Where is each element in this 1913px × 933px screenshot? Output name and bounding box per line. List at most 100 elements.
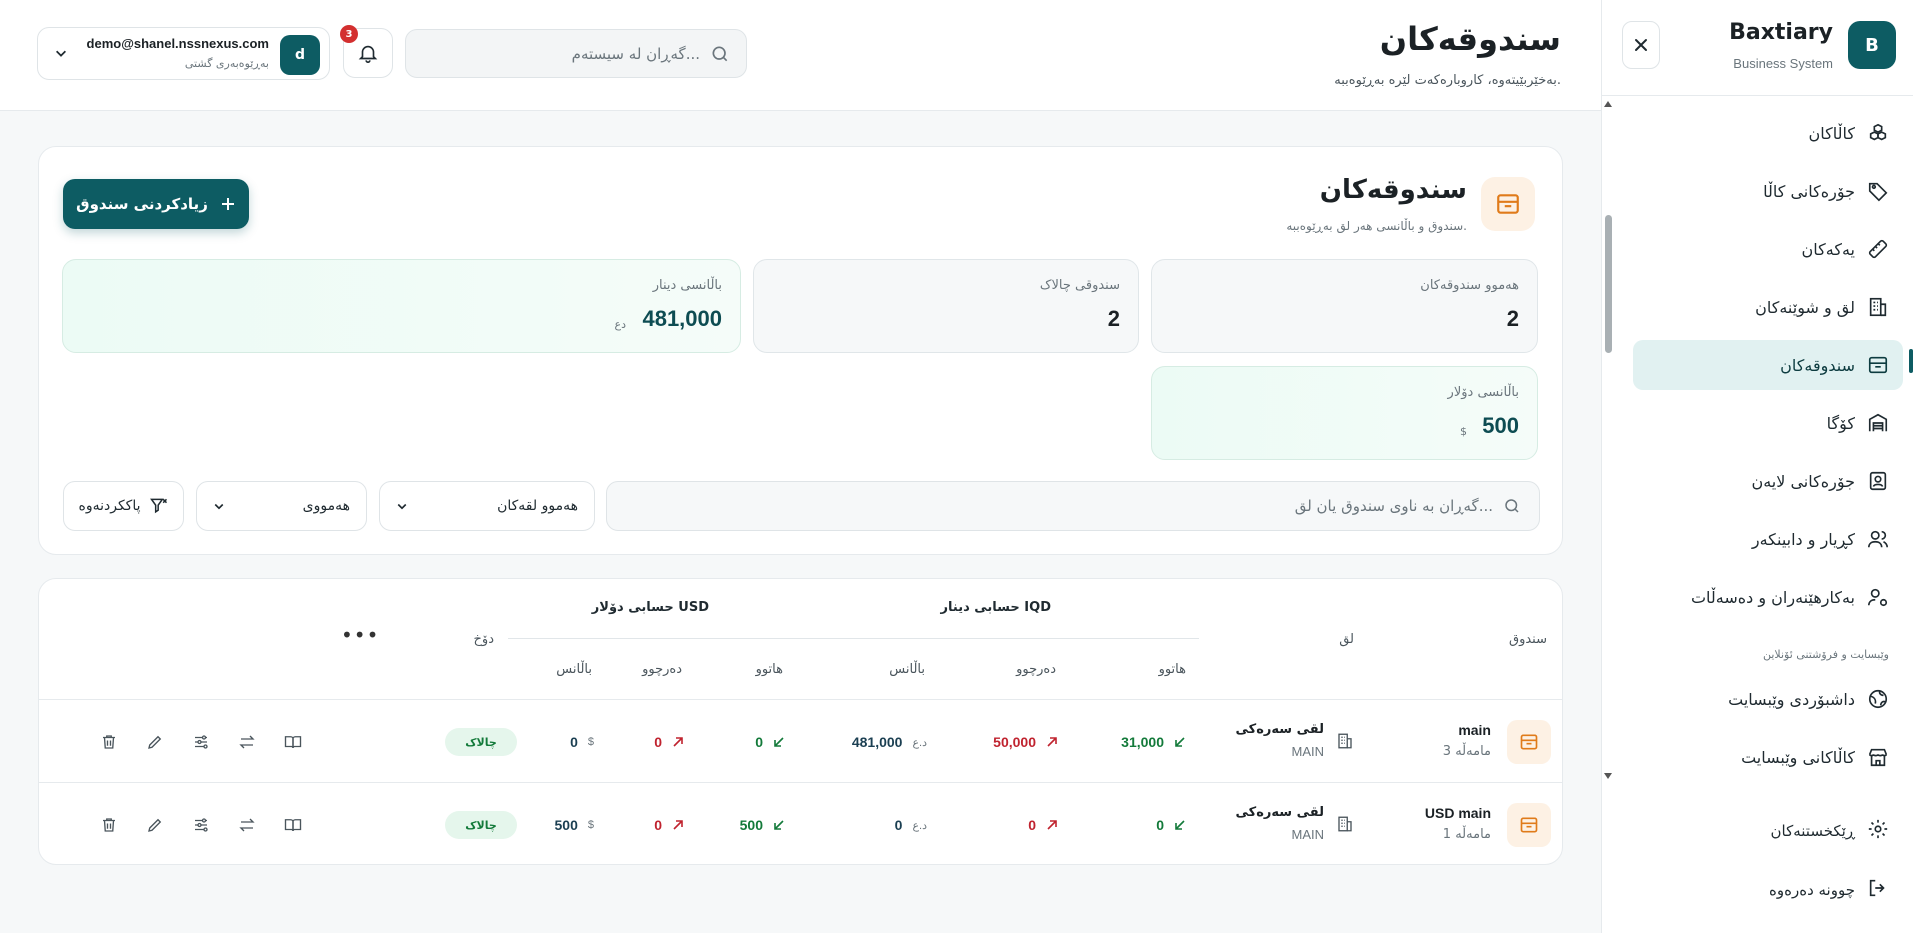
scroll-thumb[interactable] <box>1605 215 1612 353</box>
table-header-usd-out: دەرچوو <box>642 662 682 677</box>
unit: $ <box>587 736 594 748</box>
cashbox-search[interactable] <box>606 481 1540 531</box>
building-icon <box>1336 815 1354 837</box>
ledger-button[interactable] <box>281 813 305 837</box>
ledger-button[interactable] <box>281 730 305 754</box>
arrow-up-right-icon <box>1046 736 1058 748</box>
sidebar-item-branches[interactable]: لق و شوێنەکان <box>1633 282 1903 332</box>
gear-icon <box>1867 818 1889 844</box>
global-search-input[interactable] <box>440 44 700 63</box>
sidebar-item-users-permissions[interactable]: بەکارهێنەران و دەسەڵات <box>1633 572 1903 622</box>
transfer-icon <box>239 735 255 749</box>
arrow-up-right-icon <box>1046 819 1058 831</box>
reset-filters-button[interactable]: پاککردنەوە <box>63 481 184 531</box>
user-menu[interactable]: d demo@shanel.nssnexus.com بەڕێوەبەری گش… <box>37 27 330 80</box>
sidebar-item-products[interactable]: کاڵاکان <box>1633 108 1903 158</box>
global-search[interactable] <box>405 29 747 78</box>
stat-label: سندوقی چالاک <box>1039 278 1120 293</box>
edit-button[interactable] <box>143 730 167 754</box>
adjust-button[interactable] <box>189 730 213 754</box>
value: 31,000 <box>1121 734 1164 750</box>
safe-icon <box>1481 177 1535 231</box>
table-header-iqd-group: حسابی دینار IQD <box>940 600 1051 615</box>
status-select[interactable]: هەمووی <box>196 481 367 531</box>
cashbox-name[interactable]: USD main <box>1425 805 1491 821</box>
value: 0 <box>1156 817 1164 833</box>
table-header-usd-in: هاتوو <box>755 662 783 677</box>
iqd-in-value: 31,000 <box>1121 734 1186 750</box>
adjust-button[interactable] <box>189 813 213 837</box>
section-title: سندوقەکان <box>1319 175 1467 205</box>
sidebar-item-units[interactable]: یەکەکان <box>1633 224 1903 274</box>
sidebar-item-web-products[interactable]: کاڵاکانی وێبسایت <box>1633 732 1903 782</box>
scroll-up-icon[interactable] <box>1604 101 1612 107</box>
table-header-usd-balance: باڵانس <box>556 662 592 677</box>
transfer-button[interactable] <box>235 813 259 837</box>
store-icon <box>1867 746 1889 768</box>
branch-select[interactable]: هەموو لقەکان <box>379 481 595 531</box>
stat-label: باڵانسی دۆلار <box>1447 385 1519 400</box>
settings-link[interactable]: ڕێکخستنەکان <box>1633 809 1903 853</box>
cashbox-name[interactable]: main <box>1458 722 1491 738</box>
delete-button[interactable] <box>97 813 121 837</box>
table-row: main 3 مامەڵە لقی سەرەکی MAIN 31,000 50,… <box>39 699 1562 782</box>
usd-balance-value: 500 $ <box>555 817 594 833</box>
sidebar-item-web-dashboard[interactable]: داشبۆردی وێبسایت <box>1633 674 1903 724</box>
value: 0 <box>654 734 662 750</box>
sidebar-item-cashboxes[interactable]: سندوقەکان <box>1633 340 1903 390</box>
usd-balance-value: 0 $ <box>570 734 594 750</box>
sidebar-item-product-types[interactable]: جۆرەکانی کاڵا <box>1633 166 1903 216</box>
sidebar-item-label: جۆرەکانی کاڵا <box>1763 181 1855 201</box>
transaction-count: 1 مامەڵە <box>1442 827 1491 842</box>
stat-value: 2 <box>1107 306 1120 331</box>
delete-button[interactable] <box>97 730 121 754</box>
sidebar-item-customers-suppliers[interactable]: کڕیار و دابینکەر <box>1633 514 1903 564</box>
page-subtitle: بەخێربێیتەوە، کاروبارەکەت لێرە بەڕێوەببە… <box>1334 73 1561 88</box>
book-icon <box>284 736 302 749</box>
iqd-balance-value: 481,000 د.ع <box>852 734 927 750</box>
close-sidebar-button[interactable] <box>1622 21 1660 69</box>
warehouse-icon <box>1867 412 1889 434</box>
branch-code: MAIN <box>1291 827 1325 842</box>
iqd-balance-value: 0 د.ع <box>895 817 927 833</box>
sidebar-item-warehouse[interactable]: کۆگا <box>1633 398 1903 448</box>
iqd-out-value: 50,000 <box>993 734 1058 750</box>
iqd-in-value: 0 <box>1156 817 1186 833</box>
plus-icon <box>221 198 234 210</box>
value: 0 <box>570 734 578 750</box>
cashbox-search-input[interactable] <box>653 497 1493 515</box>
transfer-button[interactable] <box>235 730 259 754</box>
value: 500 <box>739 817 763 833</box>
add-cashbox-button[interactable]: زیادکردنی سندوق <box>63 179 249 229</box>
contact-icon <box>1867 470 1889 492</box>
scroll-down-icon[interactable] <box>1604 773 1612 779</box>
sliders-icon <box>195 735 208 749</box>
status-badge: چالاک <box>445 728 517 756</box>
group-divider <box>508 638 1199 639</box>
more-options-icon[interactable]: ••• <box>341 623 379 647</box>
arrow-down-left-icon <box>773 736 785 748</box>
sidebar-item-party-types[interactable]: جۆرەکانی لایەن <box>1633 456 1903 506</box>
stat-label: هەموو سندوقەکان <box>1420 278 1519 293</box>
edit-button[interactable] <box>143 813 167 837</box>
arrow-up-right-icon <box>672 736 684 748</box>
safe-icon <box>1507 803 1551 847</box>
logout-link[interactable]: چوونە دەرەوە <box>1633 868 1903 912</box>
sidebar-item-label: کۆگا <box>1826 413 1855 433</box>
sidebar-item-label: کڕیار و دابینکەر <box>1751 529 1855 549</box>
value: 0 <box>894 817 903 833</box>
stat-label: باڵانسی دینار <box>652 278 722 293</box>
sidebar-scrollbar[interactable] <box>1601 97 1615 785</box>
user-cog-icon <box>1867 586 1889 608</box>
search-icon <box>1505 499 1519 513</box>
settings-label: ڕێکخستنەکان <box>1770 822 1856 840</box>
usd-out-value: 0 <box>654 734 684 750</box>
stat-unit: $ <box>1460 425 1467 438</box>
usd-in-value: 500 <box>740 817 785 833</box>
logout-label: چوونە دەرەوە <box>1769 881 1855 899</box>
users-icon <box>1867 528 1889 550</box>
sidebar-item-label: بەکارهێنەران و دەسەڵات <box>1690 587 1855 607</box>
brand-logo: B <box>1848 21 1896 69</box>
stat-usd-balance: باڵانسی دۆلار 500 $ <box>1151 366 1538 460</box>
pencil-icon <box>148 818 162 832</box>
